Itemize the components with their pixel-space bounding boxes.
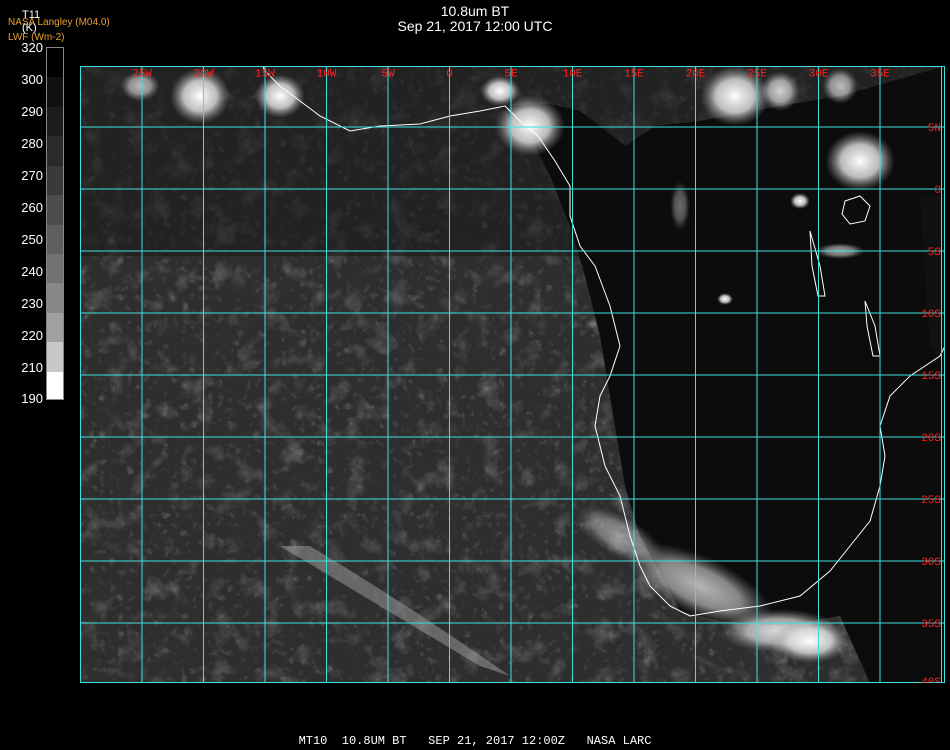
longitude-label: 20E bbox=[686, 68, 706, 80]
longitude-label: 25E bbox=[747, 68, 767, 80]
colorbar-segment bbox=[47, 283, 63, 314]
latitude-label: 20S bbox=[921, 433, 941, 445]
latitude-label: 5S bbox=[928, 247, 942, 259]
colorbar-segment bbox=[47, 106, 63, 138]
colorbar-tick-label: 190 bbox=[21, 391, 43, 406]
colorbar-tick-label: 250 bbox=[21, 232, 43, 247]
colorbar-tick-label: 260 bbox=[21, 200, 43, 215]
longitude-label: 0 bbox=[446, 68, 453, 80]
colorbar-tick-label: 280 bbox=[21, 136, 43, 151]
longitude-label: 5W bbox=[381, 68, 395, 80]
colorbar-segment bbox=[47, 342, 63, 373]
longitude-label: 35E bbox=[870, 68, 890, 80]
latitude-label: 15S bbox=[921, 371, 941, 383]
image-title: 10.8um BT bbox=[440, 3, 510, 19]
colorbar-tick-label: 300 bbox=[21, 72, 43, 87]
colorbar-tick-label: 220 bbox=[21, 328, 43, 343]
colorbar-segment bbox=[47, 312, 63, 344]
colorbar-tick-label: 290 bbox=[21, 104, 43, 119]
colorbar bbox=[46, 47, 64, 400]
longitude-label: 15E bbox=[624, 68, 644, 80]
longitude-label: 10E bbox=[563, 68, 583, 80]
longitude-label: 5E bbox=[504, 68, 518, 80]
colorbar-segment bbox=[47, 195, 63, 226]
map-canvas: 25W 20W 15W 10W 5W 0 5E 10E 15E 20E 25E 30E 35E 5N 0 5S… bbox=[80, 66, 945, 683]
colorbar-segment bbox=[47, 371, 63, 399]
longitude-label: 30E bbox=[809, 68, 829, 80]
colorbar-tick-label: 230 bbox=[21, 296, 43, 311]
latitude-label: 0 bbox=[934, 185, 941, 197]
colorbar-tick-label: 320 bbox=[21, 40, 43, 55]
colorbar-segment bbox=[47, 224, 63, 255]
latitude-label: 10S bbox=[921, 309, 941, 321]
latitude-label: 30S bbox=[921, 557, 941, 569]
colorbar-segment bbox=[47, 77, 63, 108]
longitude-label: 10W bbox=[317, 68, 337, 80]
colorbar-segment bbox=[47, 136, 63, 167]
latitude-label: 40S bbox=[921, 677, 941, 683]
satellite-map[interactable]: 25W 20W 15W 10W 5W 0 5E 10E 15E 20E 25E 30E 35E 5N 0 5S… bbox=[80, 66, 945, 683]
colorbar-segment bbox=[47, 48, 63, 79]
latitude-label: 35S bbox=[921, 619, 941, 631]
colorbar-segment bbox=[47, 165, 63, 197]
colorbar-title: T11 bbox=[22, 9, 41, 21]
image-timestamp: Sep 21, 2017 12:00 UTC bbox=[397, 18, 553, 34]
latitude-label: 25S bbox=[921, 495, 941, 507]
colorbar-tick-label: 240 bbox=[21, 264, 43, 279]
latitude-label: 5N bbox=[928, 123, 941, 135]
colorbar-segment bbox=[47, 253, 63, 285]
longitude-label: 20W bbox=[194, 68, 214, 80]
status-footer: MT10 10.8UM BT SEP 21, 2017 12:00Z NASA … bbox=[298, 734, 652, 748]
colorbar-tick-label: 270 bbox=[21, 168, 43, 183]
longitude-label: 25W bbox=[132, 68, 152, 80]
longitude-label: 15W bbox=[255, 68, 275, 80]
colorbar-unit: (K) bbox=[22, 22, 37, 34]
colorbar-tick-label: 210 bbox=[21, 360, 43, 375]
